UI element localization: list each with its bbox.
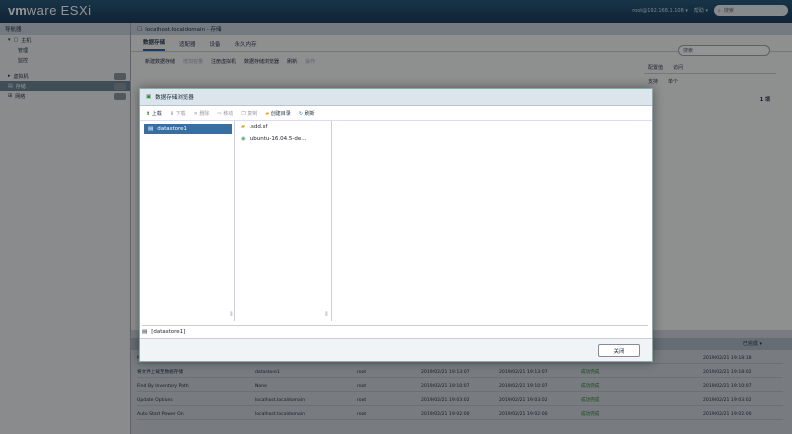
folder-icon: ▰ (241, 124, 246, 130)
scroll-indicator[interactable]: ⦀ (230, 311, 233, 319)
copy-icon: ❐ (241, 110, 246, 117)
refresh-button[interactable]: ↻ 刷新 (299, 110, 315, 117)
move-button[interactable]: ⇨ 移动 (217, 110, 233, 117)
dialog-footer: 关闭 (140, 338, 652, 361)
refresh-icon: ↻ (298, 110, 304, 117)
download-icon: ⬇ (169, 110, 175, 117)
upload-button[interactable]: ⬆ 上载 (146, 110, 162, 117)
folder-column: ▰ .sdd.sf ◉ ubuntu-16.04.5-de... ⦀ (235, 121, 332, 321)
copy-button[interactable]: ❐ 复制 (241, 110, 257, 117)
datastore-browser-dialog: ▣ 数据存储浏览器 ⬆ 上载 ⬇ 下载 ✕ 删除 ⇨ 移动 ❐ 复制 ▰ 创建目录… (139, 88, 653, 362)
dialog-title: ▣ 数据存储浏览器 (140, 89, 652, 106)
close-button[interactable]: 关闭 (598, 344, 640, 357)
datastore-item[interactable]: ▤ datastore1 (144, 124, 232, 134)
file-item[interactable]: ▰ .sdd.sf (235, 121, 331, 133)
upload-icon: ⬆ (146, 110, 151, 117)
download-button[interactable]: ⬇ 下载 (170, 110, 186, 117)
scroll-indicator[interactable]: ⦀ (325, 311, 328, 319)
datastore-icon: ▤ (142, 329, 148, 335)
dialog-toolbar: ⬆ 上载 ⬇ 下载 ✕ 删除 ⇨ 移动 ❐ 复制 ▰ 创建目录 ↻ 刷新 (140, 106, 652, 121)
current-path: ▤ [datastore1] (142, 325, 648, 338)
file-item[interactable]: ◉ ubuntu-16.04.5-de... (235, 133, 331, 145)
folder-icon: ▰ (265, 110, 270, 117)
delete-button[interactable]: ✕ 删除 (194, 110, 210, 117)
move-icon: ⇨ (217, 110, 222, 117)
disc-image-icon: ◉ (241, 136, 246, 142)
datastore-browser-icon: ▣ (146, 94, 152, 100)
create-directory-button[interactable]: ▰ 创建目录 (265, 110, 290, 117)
delete-icon: ✕ (193, 110, 198, 117)
datastore-icon: ▤ (148, 126, 154, 132)
datastore-column: ▤ datastore1 ⦀ (142, 121, 235, 321)
